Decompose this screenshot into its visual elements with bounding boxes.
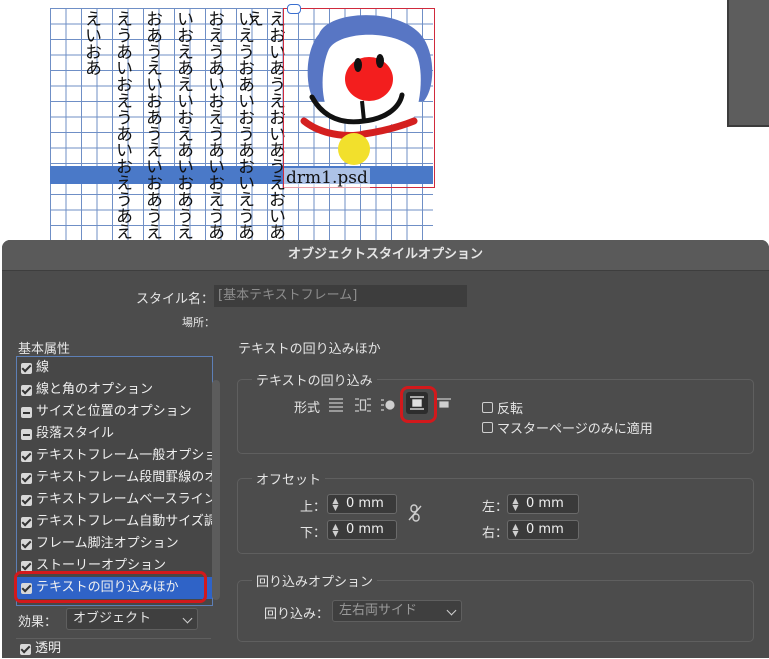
top-offset-field[interactable]: ▲ ▼ 0 mm bbox=[327, 494, 397, 514]
effects-list: 透明 bbox=[16, 638, 211, 659]
stepper-icon[interactable]: ▲ ▼ bbox=[331, 523, 340, 538]
image-frame[interactable] bbox=[283, 8, 435, 188]
attribute-list: 線 線と角のオプション サイズと位置のオプション 段落スタイル テキストフレーム… bbox=[16, 356, 213, 606]
checkbox-icon[interactable] bbox=[482, 402, 493, 413]
left-offset-label: 左： bbox=[482, 500, 509, 515]
list-item[interactable]: フレーム脚注オプション bbox=[17, 533, 212, 555]
checkbox-icon[interactable] bbox=[21, 362, 32, 374]
list-item[interactable]: サイズと位置のオプション bbox=[17, 401, 212, 423]
chevron-down-icon bbox=[182, 613, 193, 624]
list-item[interactable]: テキストフレーム段間罫線のオプション bbox=[17, 467, 212, 489]
placed-image bbox=[300, 15, 433, 165]
basic-attributes-heading: 基本属性 bbox=[18, 342, 71, 357]
master-page-only-option[interactable]: マスターページのみに適用 bbox=[482, 418, 653, 437]
left-offset-field[interactable]: ▲ ▼ 0 mm bbox=[507, 494, 579, 514]
offset-group-title: オフセット bbox=[252, 469, 326, 488]
annotation-highlight bbox=[400, 386, 437, 423]
checkbox-icon[interactable] bbox=[21, 516, 32, 528]
text-wrap-group-title: テキストの回り込み bbox=[252, 370, 377, 389]
wrap-object-shape-icon[interactable] bbox=[380, 396, 398, 414]
effects-label: 効果： bbox=[18, 615, 58, 630]
checkbox-icon[interactable] bbox=[21, 384, 32, 396]
top-offset-label: 上： bbox=[300, 500, 327, 515]
format-label: 形式 bbox=[294, 401, 321, 416]
wrap-options-group-title: 回り込みオプション bbox=[252, 571, 378, 590]
stepper-icon[interactable]: ▲ ▼ bbox=[511, 523, 520, 538]
vertical-text-column[interactable]: えうあいおえうあいおえうあえ bbox=[111, 10, 133, 240]
style-name-field[interactable]: [基本テキストフレーム] bbox=[214, 285, 467, 307]
list-item[interactable]: テキストフレームベースラインオプション bbox=[17, 489, 212, 511]
location-label: 場所： bbox=[182, 316, 215, 329]
right-offset-label: 右： bbox=[482, 526, 509, 541]
list-item[interactable]: テキストフレーム一般オプション bbox=[17, 445, 212, 467]
checkbox-icon[interactable] bbox=[21, 494, 32, 506]
vertical-text-column[interactable]: おえうあいおえうあいおえうあ bbox=[203, 10, 225, 240]
checkbox-icon[interactable] bbox=[21, 450, 32, 462]
invert-option[interactable]: 反転 bbox=[482, 398, 523, 417]
checkbox-icon[interactable] bbox=[20, 643, 31, 655]
link-handle-icon[interactable] bbox=[287, 4, 301, 14]
checkbox-icon[interactable] bbox=[21, 406, 32, 418]
list-item[interactable]: 透明 bbox=[16, 639, 211, 659]
right-offset-field[interactable]: ▲ ▼ 0 mm bbox=[507, 520, 579, 540]
vertical-text-column[interactable]: いおえあえいおえあいおあうえ bbox=[172, 10, 194, 240]
chevron-down-icon bbox=[446, 605, 457, 616]
no-wrap-icon[interactable] bbox=[327, 396, 345, 414]
stepper-icon[interactable]: ▲ ▼ bbox=[511, 497, 520, 512]
jump-to-next-column-icon[interactable] bbox=[435, 396, 453, 414]
annotation-highlight bbox=[14, 571, 207, 603]
bottom-offset-label: 下： bbox=[300, 526, 327, 541]
side-panel bbox=[727, 0, 769, 127]
checkbox-icon[interactable] bbox=[21, 428, 32, 440]
wrap-to-label: 回り込み： bbox=[264, 607, 330, 622]
placed-file-label: drm1.psd bbox=[284, 168, 370, 188]
chain-link-icon[interactable] bbox=[408, 504, 422, 522]
checkbox-icon[interactable] bbox=[21, 560, 32, 572]
list-item[interactable]: 線と角のオプション bbox=[17, 379, 212, 401]
list-item[interactable]: 段落スタイル bbox=[17, 423, 212, 445]
offset-group bbox=[237, 478, 754, 554]
vertical-text-column[interactable]: いえうおあいおうあおいえうあ bbox=[233, 10, 255, 240]
wrap-to-dropdown[interactable]: 左右両サイド bbox=[332, 600, 462, 622]
checkbox-icon[interactable] bbox=[21, 538, 32, 550]
bottom-offset-field[interactable]: ▲ ▼ 0 mm bbox=[327, 520, 397, 540]
vertical-text-column[interactable]: えいおあ bbox=[80, 10, 102, 76]
style-name-label: スタイル名： bbox=[136, 292, 215, 307]
checkbox-icon[interactable] bbox=[482, 422, 493, 433]
list-scrollbar[interactable] bbox=[212, 380, 220, 600]
object-style-options-dialog: オブジェクトスタイルオプション スタイル名： [基本テキストフレーム] 場所： … bbox=[2, 240, 769, 658]
list-item[interactable]: テキストフレーム自動サイズ調整オプション bbox=[17, 511, 212, 533]
wrap-bounding-box-icon[interactable] bbox=[354, 396, 372, 414]
stepper-icon[interactable]: ▲ ▼ bbox=[331, 497, 340, 512]
section-title: テキストの回り込みほか bbox=[238, 342, 381, 357]
document-canvas[interactable]: えいおあ えうあいおえうあいおえうあえ おあうえいおあうえいおあうえ いおえあえ… bbox=[0, 0, 769, 240]
checkbox-icon[interactable] bbox=[21, 472, 32, 484]
dialog-title: オブジェクトスタイルオプション bbox=[2, 240, 769, 271]
effects-dropdown[interactable]: オブジェクト bbox=[66, 608, 198, 630]
vertical-text-column[interactable]: おあうえいおあうえいおあうえ bbox=[141, 10, 163, 240]
list-item[interactable]: 線 bbox=[17, 357, 212, 379]
